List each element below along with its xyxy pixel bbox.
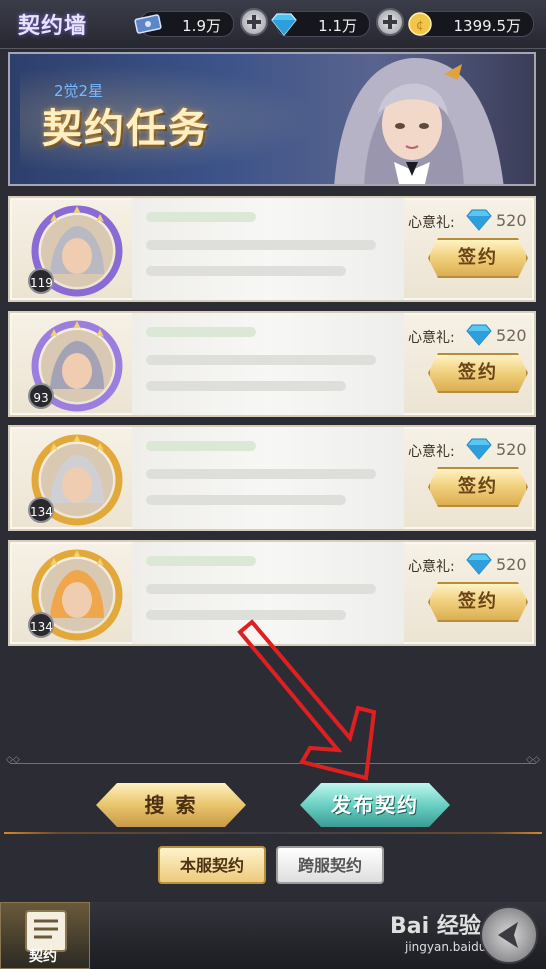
gift-value: 520 (496, 440, 527, 459)
add-diamond-button[interactable] (376, 8, 404, 36)
gold-resource: ¢ 1399.5万 (408, 11, 534, 37)
top-bar: 契约墙 1.9万 1.1万 ¢ 1399.5万 (0, 0, 546, 49)
tab-local-server-contracts[interactable]: 本服契约 (158, 846, 266, 884)
gift-value: 520 (496, 555, 527, 574)
diamond-resource: 1.1万 (271, 11, 370, 37)
hero-avatar[interactable]: 93 (28, 319, 124, 413)
diamond-icon (466, 209, 492, 231)
sign-contract-button[interactable]: 签约 (428, 353, 528, 393)
ticket-icon (134, 14, 162, 34)
gold-value: 1399.5万 (453, 17, 522, 35)
nav-contract-label: 契约 (29, 949, 57, 965)
hero-level-badge: 134 (28, 497, 54, 523)
diamond-icon (466, 553, 492, 575)
contract-details-blurred (132, 542, 404, 644)
diamond-icon (271, 13, 297, 36)
gift-label: 心意礼: (408, 559, 455, 575)
back-arrow-icon (498, 922, 518, 948)
contract-details-blurred (132, 198, 404, 300)
contract-card: 119 心意礼: 520 签约 (8, 196, 536, 302)
sign-contract-button[interactable]: 签约 (428, 467, 528, 507)
sign-contract-button[interactable]: 签约 (428, 582, 528, 622)
watermark-text: Bai 经验 (390, 914, 481, 939)
hero-level-badge: 134 (28, 612, 54, 638)
hero-avatar[interactable]: 134 (28, 433, 124, 527)
contract-card: 134 心意礼: 520 签约 (8, 425, 536, 531)
gold-coin-icon: ¢ (408, 12, 432, 36)
banner-title: 契约任务 (42, 105, 210, 152)
page-title: 契约墙 (18, 13, 88, 39)
nav-contract-tab[interactable]: 契约 (0, 902, 90, 969)
gift-value: 520 (496, 211, 527, 230)
tab-cross-server-contracts[interactable]: 跨服契约 (276, 846, 384, 884)
ticket-value: 1.9万 (182, 17, 221, 35)
gift-label: 心意礼: (408, 444, 455, 460)
hero-level-badge: 119 (28, 268, 54, 294)
contract-card: 134 心意礼: 520 签约 (8, 540, 536, 646)
publish-contract-button[interactable]: 发布契约 (300, 783, 450, 827)
hero-level-badge: 93 (28, 383, 54, 409)
add-ticket-button[interactable] (240, 8, 268, 36)
diamond-icon (466, 324, 492, 346)
ticket-resource: 1.9万 (134, 11, 234, 37)
search-button[interactable]: 搜 索 (96, 783, 246, 827)
svg-text:¢: ¢ (416, 18, 424, 32)
gift-value: 520 (496, 326, 527, 345)
contract-details-blurred (132, 313, 404, 415)
character-portrait-image (334, 57, 504, 184)
contract-task-banner[interactable]: 2觉2星 契约任务 (8, 52, 536, 186)
gift-label: 心意礼: (408, 215, 455, 231)
hero-avatar[interactable]: 134 (28, 548, 124, 642)
sign-contract-button[interactable]: 签约 (428, 238, 528, 278)
hero-avatar[interactable]: 119 (28, 204, 124, 298)
section-divider-orange (4, 832, 542, 834)
contract-card: 93 心意礼: 520 签约 (8, 311, 536, 417)
diamond-icon (466, 438, 492, 460)
section-divider (6, 755, 540, 765)
gift-label: 心意礼: (408, 330, 455, 346)
diamond-value: 1.1万 (318, 17, 357, 35)
contract-details-blurred (132, 427, 404, 529)
back-button[interactable] (480, 906, 538, 964)
